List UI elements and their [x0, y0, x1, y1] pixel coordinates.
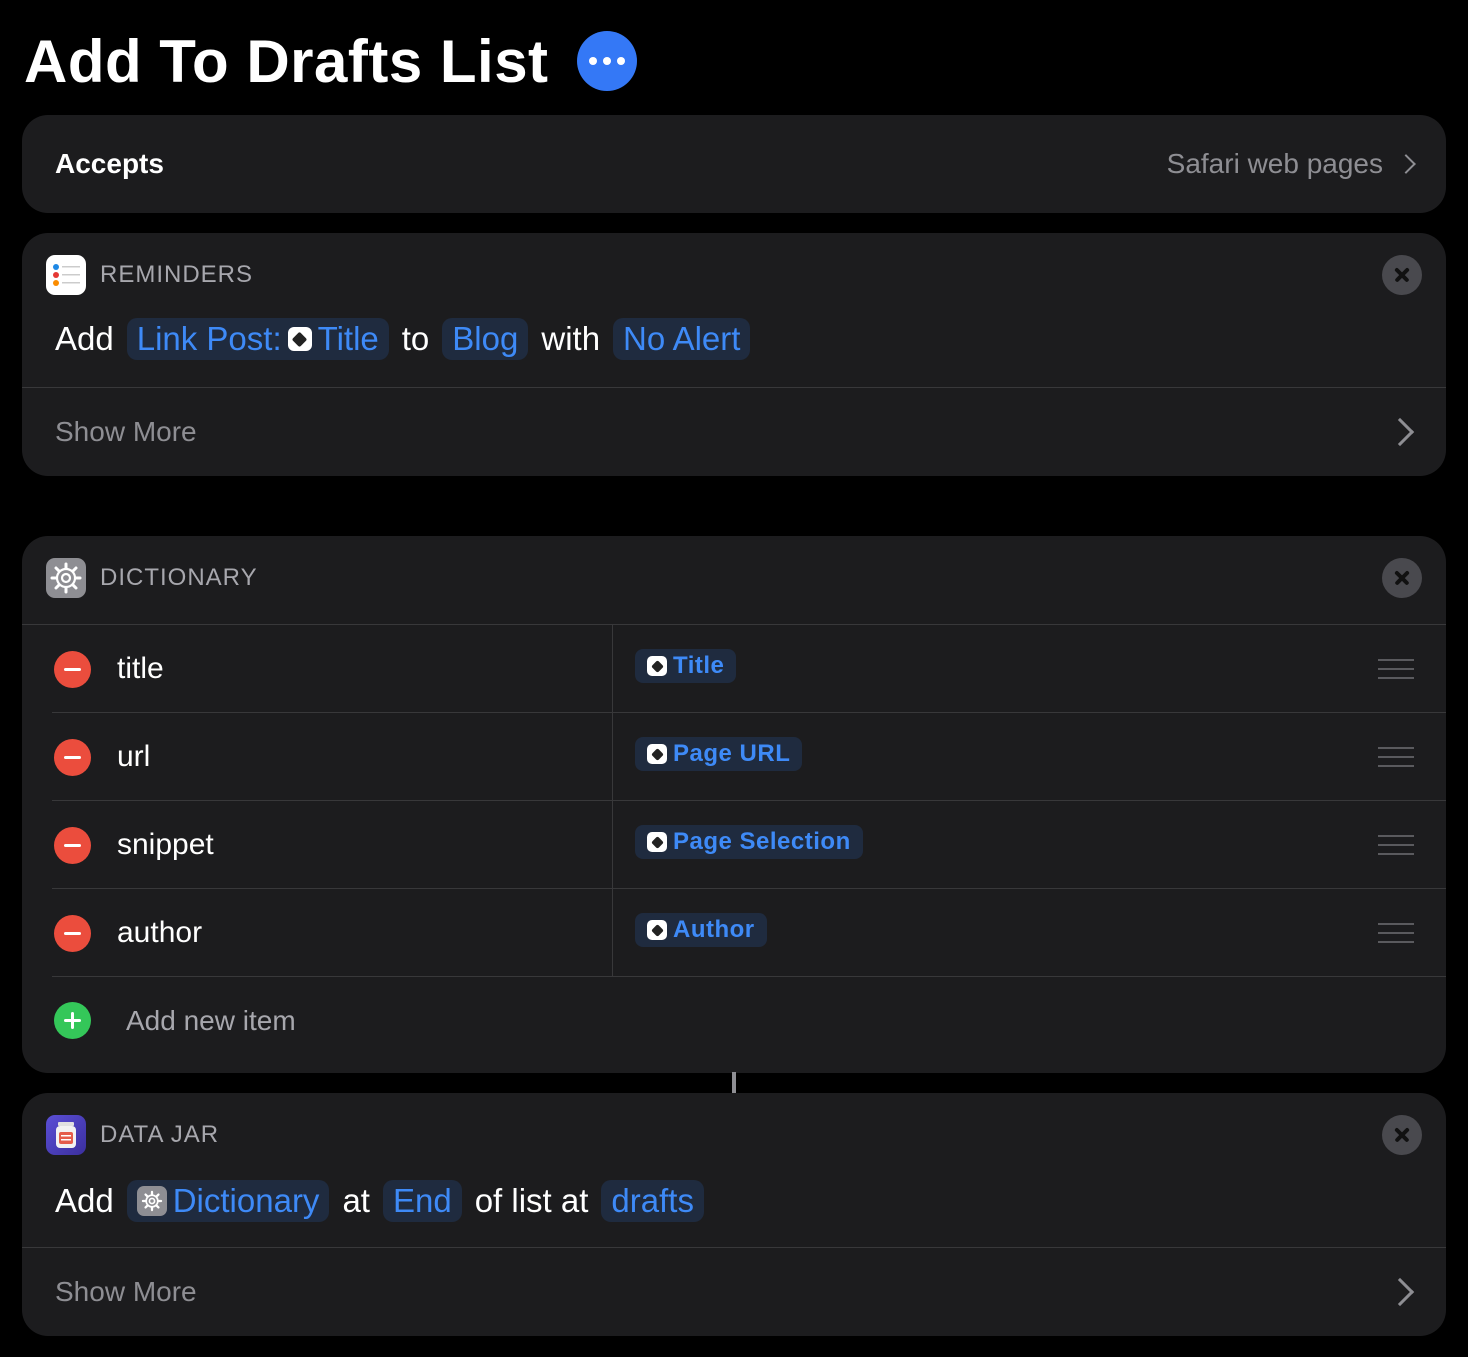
reminder-title-token[interactable]: Link Post: Title — [126, 318, 389, 360]
key-path-token[interactable]: drafts — [601, 1180, 704, 1222]
sentence-word: of list at — [474, 1182, 589, 1219]
data-jar-action-card: DATA JAR Add Dictionary at End of list a… — [22, 1093, 1446, 1336]
delete-item-button[interactable] — [54, 739, 91, 776]
action-connector — [732, 1072, 736, 1093]
column-divider — [612, 801, 613, 889]
dictionary-key[interactable]: author — [117, 889, 202, 977]
gear-icon — [136, 1186, 167, 1216]
action-app-name: DICTIONARY — [100, 564, 258, 591]
column-divider — [612, 625, 613, 713]
dictionary-value-token[interactable]: Title — [635, 649, 737, 683]
reminders-action-card: REMINDERS Add Link Post: Title to Blog w… — [22, 233, 1446, 476]
reorder-handle-icon[interactable] — [1378, 659, 1414, 679]
ellipsis-icon — [589, 57, 597, 65]
token-text: Dictionary — [172, 1182, 320, 1219]
show-more-label: Show More — [55, 1276, 197, 1307]
remove-action-button[interactable] — [1382, 255, 1422, 295]
action-header: DICTIONARY — [46, 558, 258, 598]
variable-icon — [647, 744, 667, 764]
action-app-name: REMINDERS — [100, 261, 254, 288]
chevron-right-icon — [1385, 1277, 1415, 1307]
token-text: Title — [317, 320, 379, 357]
token-text: Page URL — [673, 740, 791, 767]
dictionary-row: title Title — [22, 625, 1446, 713]
add-new-item-label[interactable]: Add new item — [126, 977, 296, 1065]
dictionary-value-token[interactable]: Page Selection — [635, 825, 863, 859]
show-more-label: Show More — [55, 416, 197, 447]
delete-item-button[interactable] — [54, 827, 91, 864]
action-sentence: Add Dictionary at End of list at drafts — [46, 1179, 708, 1223]
reminders-app-icon — [46, 255, 86, 295]
token-text: Link Post: — [136, 320, 282, 357]
show-more-button[interactable]: Show More — [22, 1248, 1446, 1336]
data-jar-app-icon — [46, 1115, 86, 1155]
action-header: REMINDERS — [46, 255, 253, 295]
sentence-word: Add — [55, 320, 114, 357]
reorder-handle-icon[interactable] — [1378, 747, 1414, 767]
page-title: Add To Drafts List — [24, 28, 549, 95]
chevron-right-icon — [1396, 154, 1416, 174]
reorder-handle-icon[interactable] — [1378, 923, 1414, 943]
dictionary-token[interactable]: Dictionary — [126, 1180, 330, 1222]
dictionary-value-token[interactable]: Author — [635, 913, 767, 947]
delete-item-button[interactable] — [54, 915, 91, 952]
token-text: Title — [673, 652, 725, 679]
chevron-right-icon — [1385, 417, 1415, 447]
token-text: Page Selection — [673, 828, 851, 855]
column-divider — [612, 889, 613, 977]
sentence-word: with — [541, 320, 601, 357]
dictionary-row: author Author — [22, 889, 1446, 977]
show-more-button[interactable]: Show More — [22, 388, 1446, 476]
dictionary-value-token[interactable]: Page URL — [635, 737, 803, 771]
gear-icon — [46, 558, 86, 598]
variable-icon — [647, 656, 667, 676]
alert-token[interactable]: No Alert — [613, 318, 751, 360]
action-header: DATA JAR — [46, 1115, 219, 1155]
action-sentence: Add Link Post: Title to Blog with No Ale… — [46, 317, 754, 361]
remove-action-button[interactable] — [1382, 558, 1422, 598]
variable-icon — [647, 832, 667, 852]
action-app-name: DATA JAR — [100, 1121, 220, 1148]
delete-item-button[interactable] — [54, 651, 91, 688]
accepts-value: Safari web pages — [1166, 148, 1416, 180]
accepts-value-text: Safari web pages — [1166, 148, 1383, 179]
column-divider — [612, 713, 613, 801]
remove-action-button[interactable] — [1382, 1115, 1422, 1155]
dictionary-row: snippet Page Selection — [22, 801, 1446, 889]
accepts-row[interactable]: Accepts Safari web pages — [22, 115, 1446, 213]
dictionary-key[interactable]: snippet — [117, 801, 214, 889]
dictionary-key[interactable]: url — [117, 713, 150, 801]
more-options-button[interactable] — [577, 31, 637, 91]
sentence-word: Add — [55, 1182, 114, 1219]
list-token[interactable]: Blog — [442, 318, 529, 360]
position-token[interactable]: End — [382, 1180, 462, 1222]
token-text: Author — [673, 916, 755, 943]
sentence-word: at — [342, 1182, 370, 1219]
dictionary-row: url Page URL — [22, 713, 1446, 801]
dictionary-key[interactable]: title — [117, 625, 164, 713]
add-item-button[interactable] — [54, 1002, 91, 1039]
sentence-word: to — [401, 320, 430, 357]
accepts-label: Accepts — [55, 148, 164, 179]
variable-icon — [287, 327, 312, 351]
reorder-handle-icon[interactable] — [1378, 835, 1414, 855]
variable-icon — [647, 920, 667, 940]
dictionary-action-card: DICTIONARY title Title url Page URL snip… — [22, 536, 1446, 1073]
